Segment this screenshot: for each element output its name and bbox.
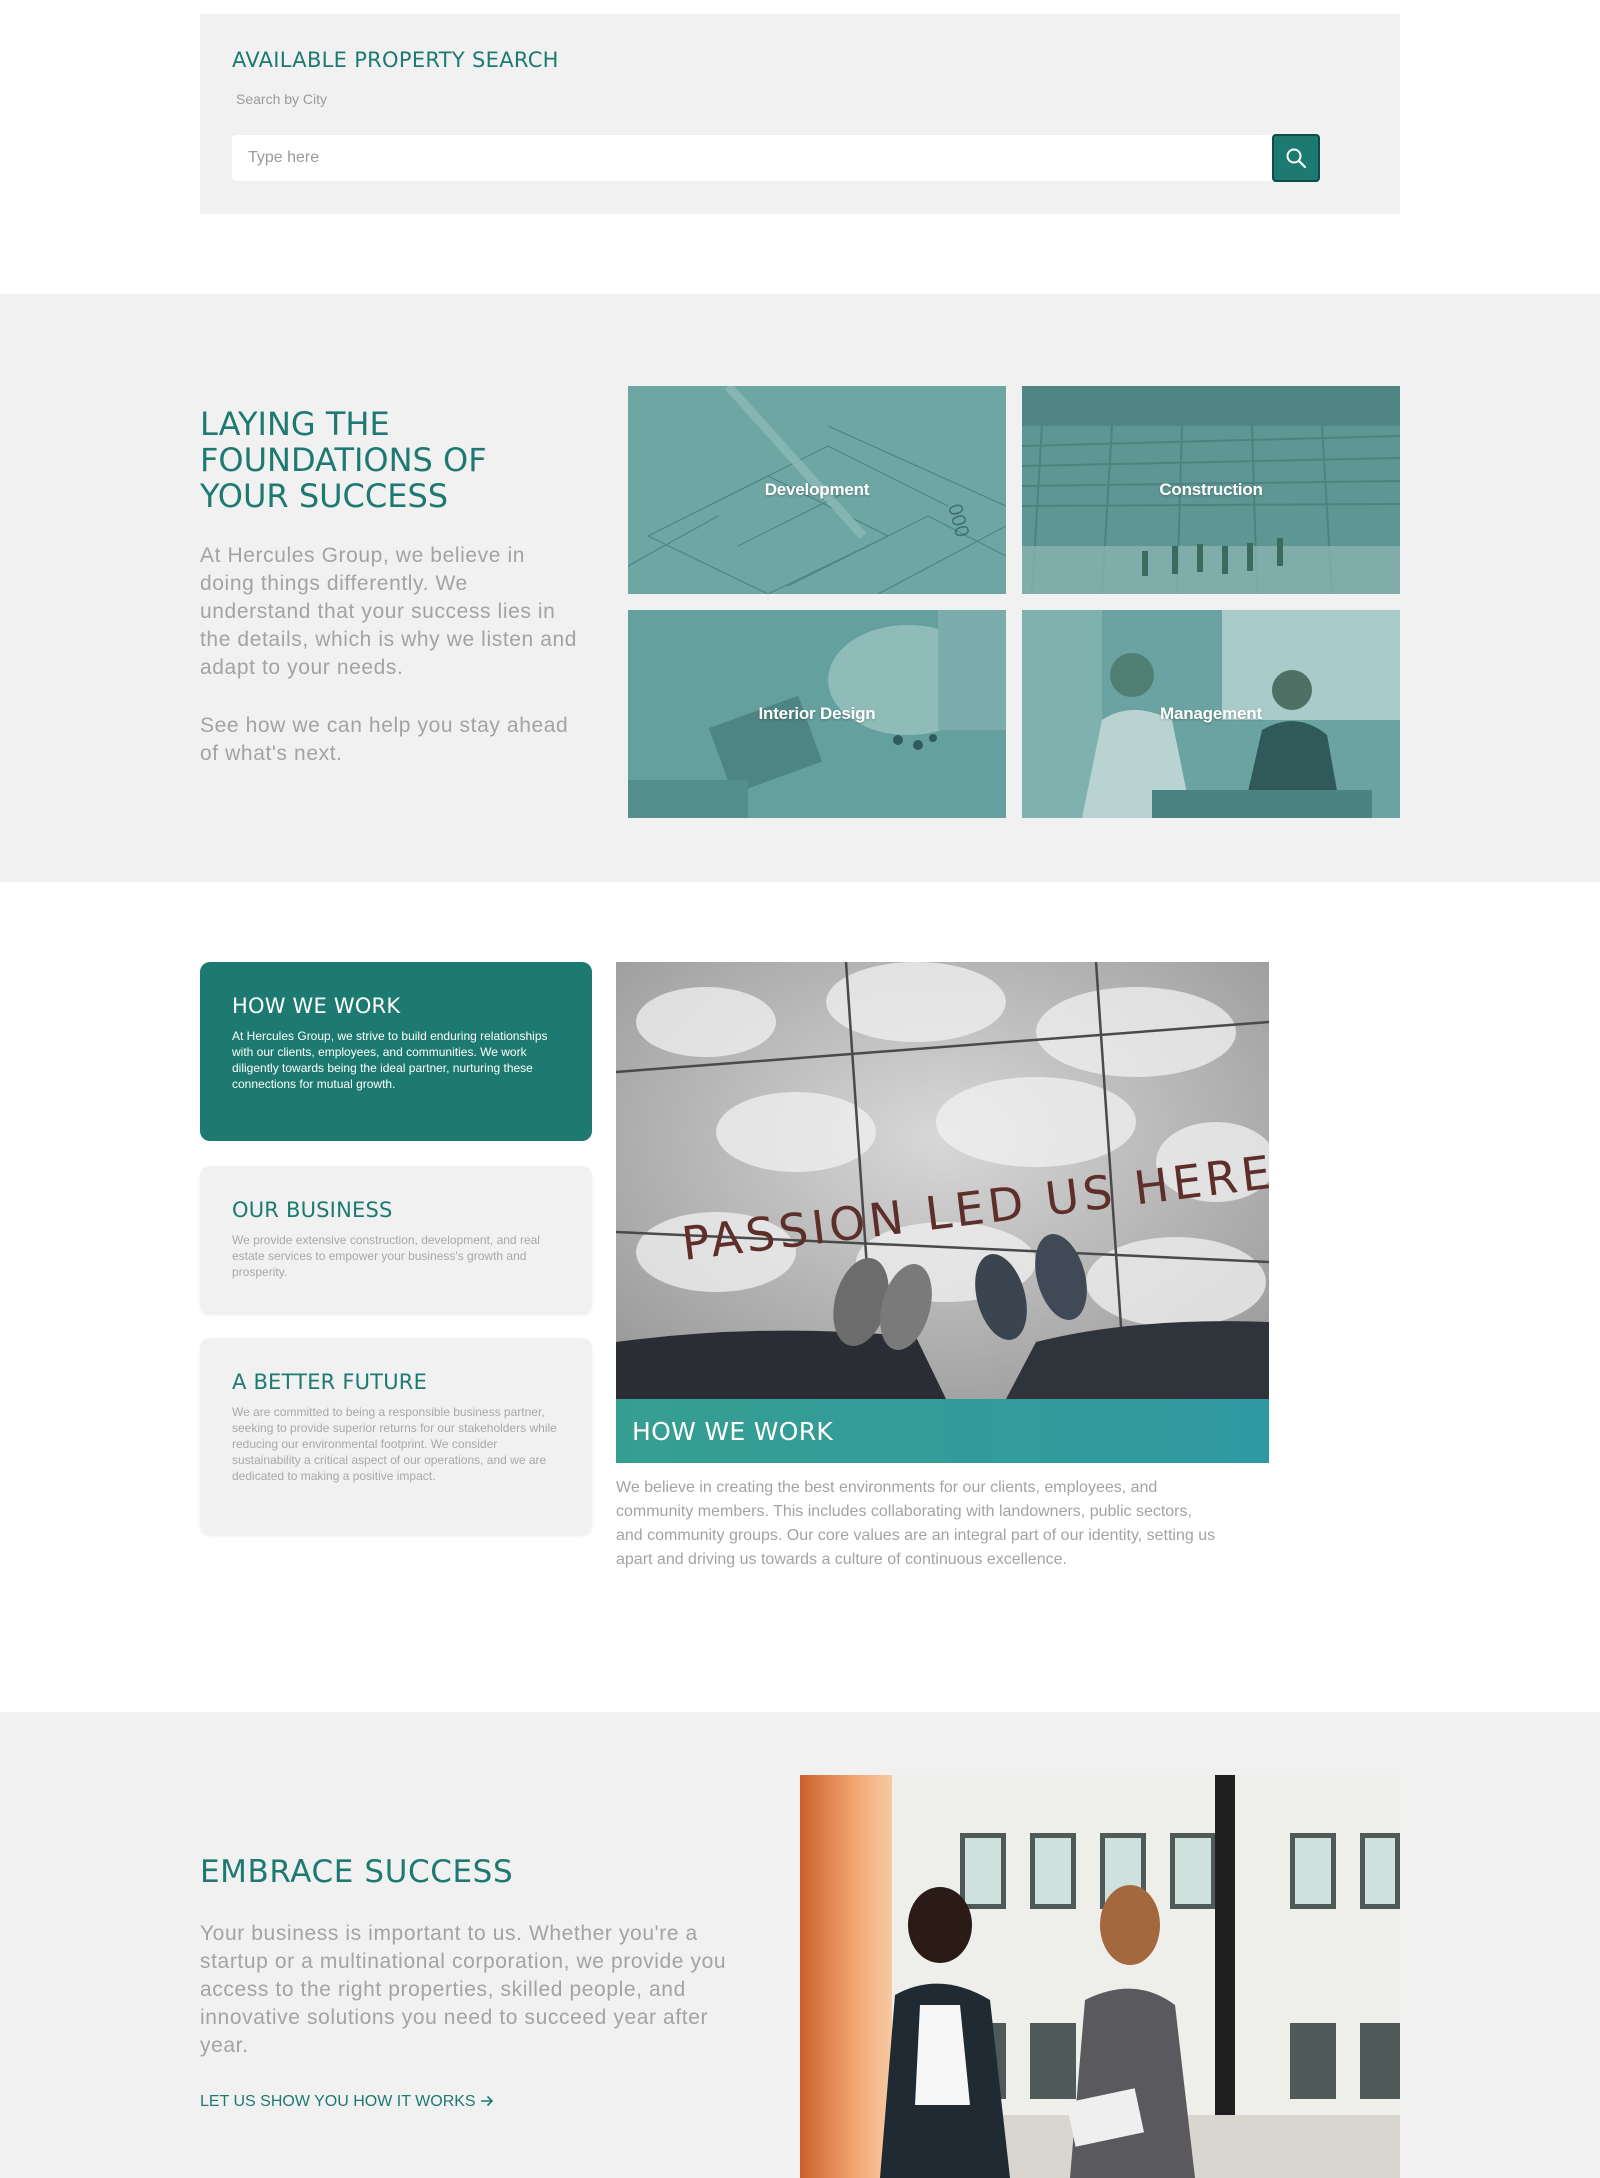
foundations-cta-text: See how we can help you stay ahead of wh…	[200, 714, 569, 765]
how-we-work-description: We believe in creating the best environm…	[616, 1479, 1216, 1568]
tile-development[interactable]: 000 Development	[628, 386, 1006, 594]
card-how-we-work[interactable]: HOW WE WORK At Hercules Group, we strive…	[200, 962, 592, 1141]
tile-label: Development	[764, 480, 870, 499]
search-label: Search by City	[236, 91, 328, 107]
foundations-section: LAYING THE FOUNDATIONS OF YOUR SUCCESS A…	[0, 294, 1600, 882]
foundations-paragraph: At Hercules Group, we believe in doing t…	[200, 544, 578, 679]
card-title: OUR BUSINESS	[232, 1198, 393, 1222]
how-it-works-link[interactable]: LET US SHOW YOU HOW IT WORKS	[200, 2093, 494, 2111]
property-search-panel: AVAILABLE PROPERTY SEARCH Search by City	[200, 14, 1400, 214]
card-text: At Hercules Group, we strive to build en…	[232, 1029, 548, 1091]
tile-management[interactable]: Management	[1022, 610, 1400, 818]
search-input[interactable]	[232, 135, 1272, 181]
link-text: LET US SHOW YOU HOW IT WORKS	[200, 2093, 476, 2110]
card-better-future[interactable]: A BETTER FUTURE We are committed to bein…	[200, 1338, 592, 1534]
embrace-image	[800, 1775, 1400, 2178]
passion-photo: PASSION LED US HERE	[616, 962, 1269, 1399]
tile-label: Interior Design	[758, 704, 876, 723]
card-title: A BETTER FUTURE	[232, 1370, 428, 1394]
tile-label: Management	[1160, 704, 1262, 723]
search-title: AVAILABLE PROPERTY SEARCH	[232, 48, 559, 72]
card-text: We are committed to being a responsible …	[232, 1405, 557, 1483]
property-search-section: AVAILABLE PROPERTY SEARCH Search by City	[0, 0, 1600, 294]
foundations-title: LAYING THE FOUNDATIONS OF YOUR SUCCESS	[200, 405, 487, 515]
card-text: We provide extensive construction, devel…	[232, 1233, 540, 1279]
arrow-right-icon	[481, 2095, 494, 2107]
tile-interior-design[interactable]: Interior Design	[628, 610, 1006, 818]
women-meeting-photo	[800, 1775, 1400, 2178]
tile-construction[interactable]: Construction	[1022, 386, 1400, 594]
embrace-title: EMBRACE SUCCESS	[200, 1854, 514, 1890]
card-our-business[interactable]: OUR BUSINESS We provide extensive constr…	[200, 1166, 592, 1313]
how-we-work-section: HOW WE WORK At Hercules Group, we strive…	[0, 882, 1600, 1712]
tile-label: Construction	[1159, 480, 1263, 499]
embrace-text: Your business is important to us. Whethe…	[200, 1922, 727, 2057]
banner-title: HOW WE WORK	[632, 1416, 834, 1446]
search-button[interactable]	[1272, 134, 1320, 182]
card-title: HOW WE WORK	[232, 994, 401, 1018]
passion-image: PASSION LED US HERE	[616, 962, 1269, 1399]
how-we-work-banner: HOW WE WORK	[616, 1399, 1269, 1463]
search-icon	[1286, 148, 1307, 169]
